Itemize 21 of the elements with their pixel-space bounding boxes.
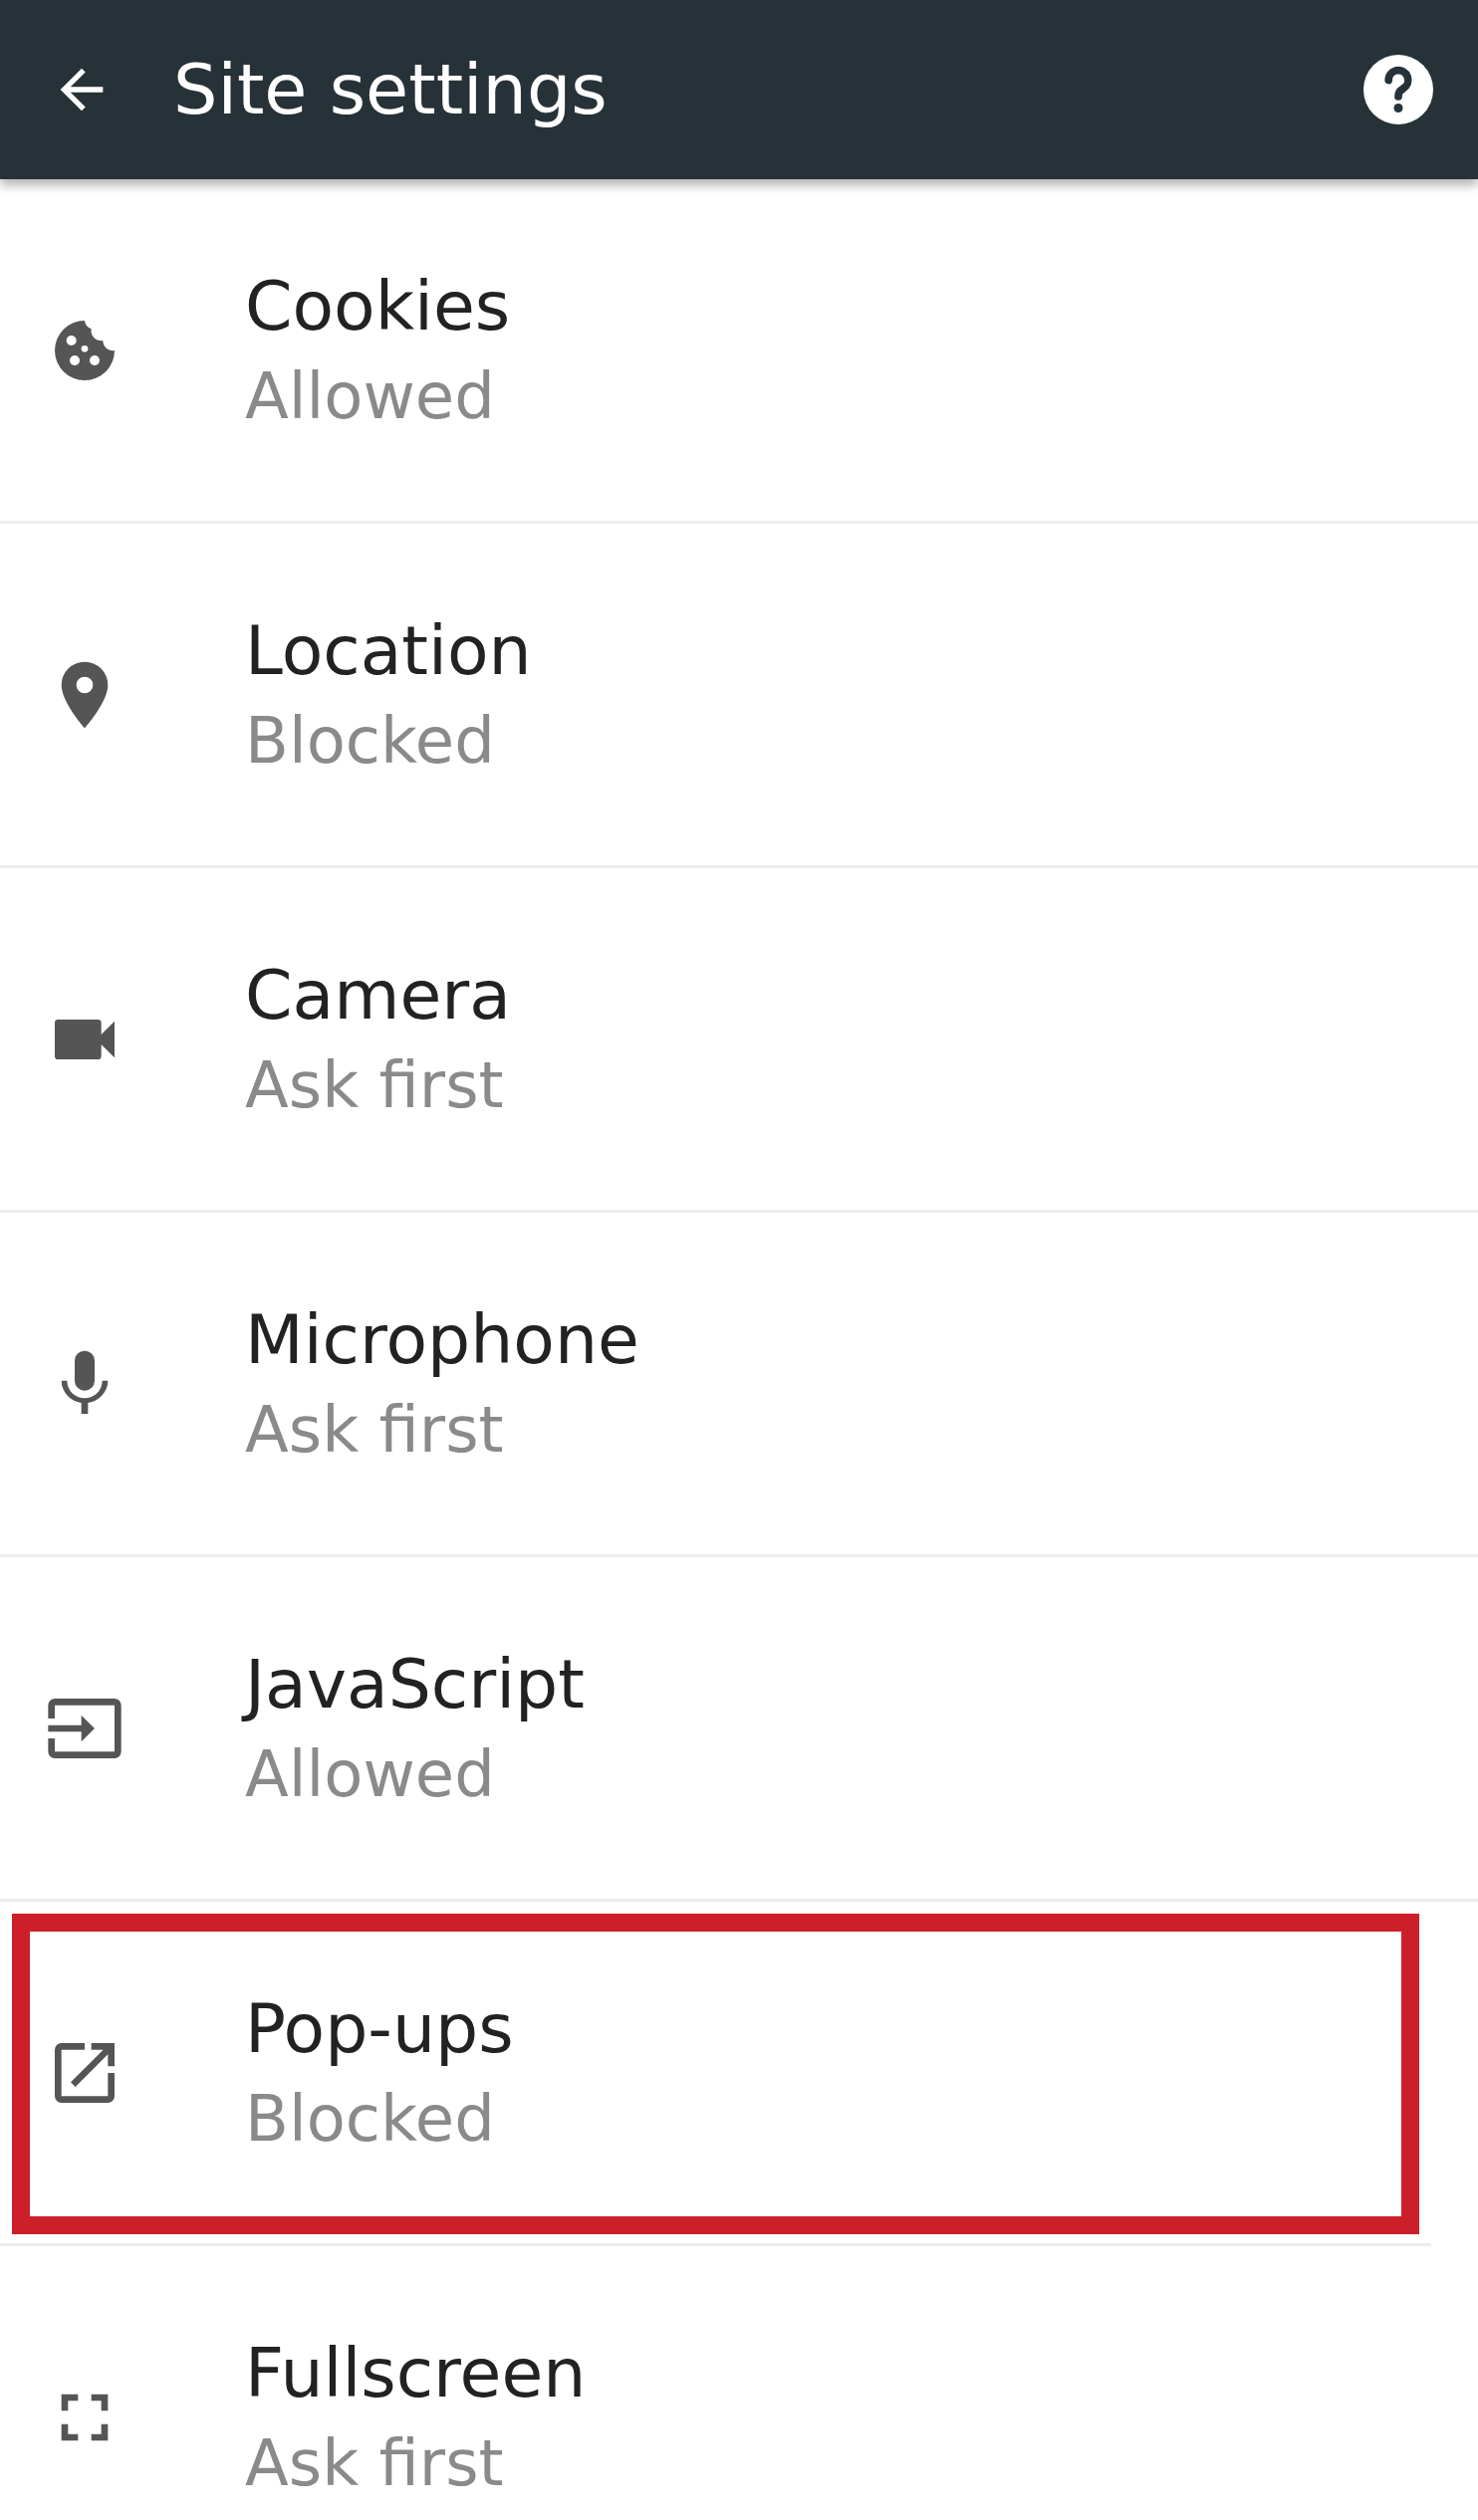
setting-status: Ask first: [245, 1393, 505, 1467]
screen-title: Site settings: [173, 49, 609, 130]
setting-title: Fullscreen: [245, 2334, 587, 2412]
setting-row[interactable]: Fullscreen Ask first: [0, 2246, 1478, 2520]
setting-title: Cookies: [245, 267, 511, 345]
setting-row[interactable]: Microphone Ask first: [0, 1213, 1478, 1557]
setting-title: Microphone: [245, 1300, 639, 1379]
setting-status: Blocked: [245, 704, 496, 778]
setting-row[interactable]: Camera Ask first: [0, 868, 1478, 1213]
setting-status: Ask first: [245, 1048, 505, 1122]
setting-title: Camera: [245, 956, 511, 1034]
setting-row[interactable]: Location Blocked: [0, 524, 1478, 868]
setting-row[interactable]: JavaScript Allowed: [0, 1557, 1478, 1902]
setting-title: Pop-ups: [245, 1989, 514, 2068]
setting-status: Blocked: [245, 2082, 496, 2156]
setting-status: Allowed: [245, 359, 496, 433]
setting-row[interactable]: Pop-ups Blocked: [0, 1902, 1431, 2246]
setting-status: Ask first: [245, 2426, 505, 2500]
setting-title: Location: [245, 611, 532, 690]
setting-row[interactable]: Cookies Allowed: [0, 179, 1478, 524]
setting-status: Allowed: [245, 1737, 496, 1811]
